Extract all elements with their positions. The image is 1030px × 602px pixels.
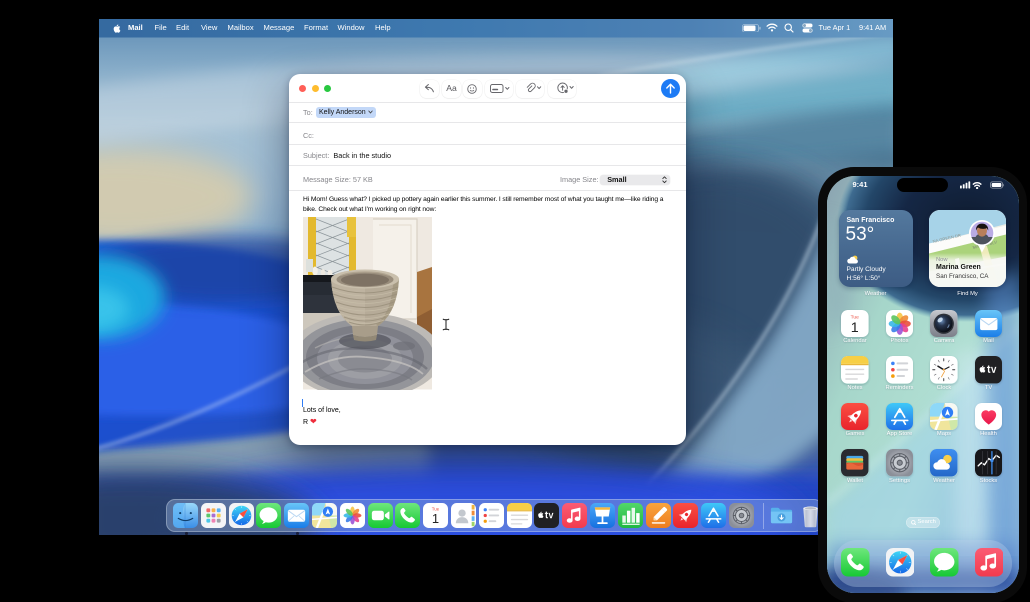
svg-text:1: 1 bbox=[432, 511, 439, 526]
svg-text:1: 1 bbox=[851, 320, 859, 336]
